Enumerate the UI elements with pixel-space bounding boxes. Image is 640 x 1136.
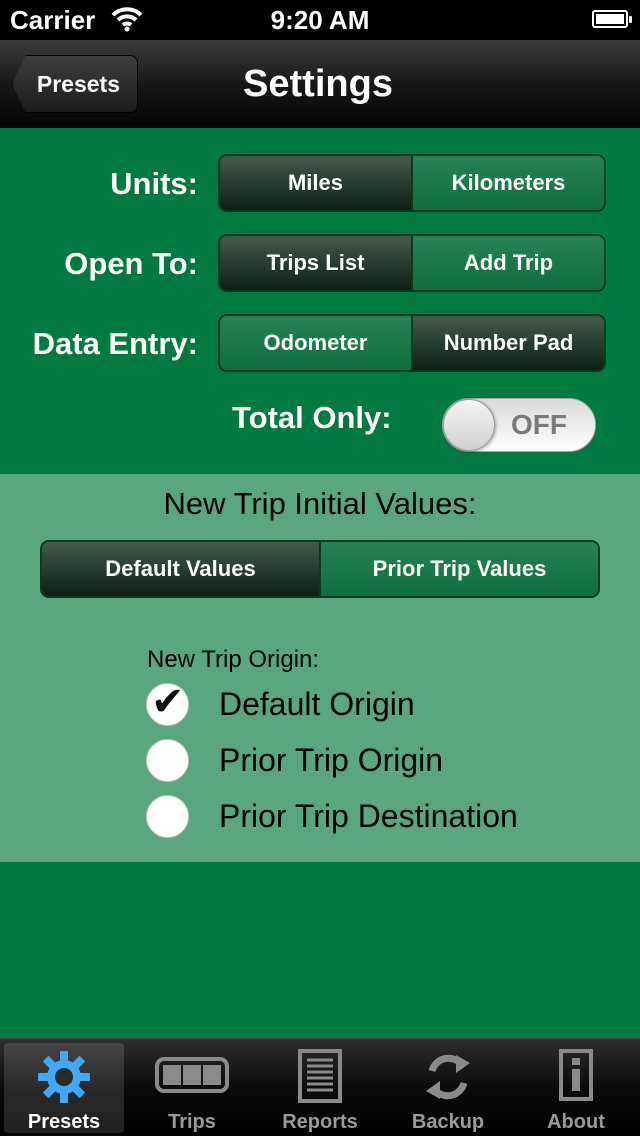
reports-icon bbox=[256, 1049, 384, 1103]
navigation-bar: Settings Presets bbox=[0, 40, 640, 128]
info-icon bbox=[512, 1049, 640, 1101]
new-trip-section: New Trip Initial Values: Default Values … bbox=[0, 474, 640, 862]
tab-about[interactable]: About bbox=[512, 1039, 640, 1136]
toggle-state-label: OFF bbox=[511, 409, 567, 440]
checkmark-icon: ✔ bbox=[151, 678, 185, 725]
tab-label: Trips bbox=[168, 1111, 216, 1133]
option-label: Default Origin bbox=[219, 686, 415, 722]
total-only-toggle[interactable]: OFF bbox=[442, 398, 596, 452]
general-settings-section: Units: Miles Kilometers Open To: Trips L… bbox=[0, 128, 640, 474]
open-to-add-trip-segment[interactable]: Add Trip bbox=[411, 236, 604, 290]
status-bar: Carrier 9:20 AM bbox=[0, 0, 640, 40]
checkbox[interactable] bbox=[146, 794, 189, 838]
tab-label: Presets bbox=[27, 1111, 101, 1133]
tab-label: Reports bbox=[282, 1111, 358, 1133]
trips-icon bbox=[128, 1049, 256, 1101]
units-kilometers-segment[interactable]: Kilometers bbox=[411, 156, 604, 210]
default-values-segment[interactable]: Default Values bbox=[42, 542, 319, 596]
units-miles-segment[interactable]: Miles bbox=[220, 156, 411, 210]
toggle-knob bbox=[443, 399, 495, 451]
clock: 9:20 AM bbox=[270, 5, 370, 35]
option-label: Prior Trip Destination bbox=[219, 798, 518, 834]
battery-icon bbox=[592, 10, 632, 28]
tab-backup[interactable]: Backup bbox=[384, 1039, 512, 1136]
tab-bar: Presets Trips Reports Backup About bbox=[0, 1038, 640, 1136]
tab-label: Backup bbox=[411, 1111, 485, 1133]
tab-trips[interactable]: Trips bbox=[128, 1039, 256, 1136]
units-segmented-control: Miles Kilometers bbox=[218, 154, 606, 212]
total-only-label: Total Only: bbox=[232, 400, 392, 435]
empty-background bbox=[0, 862, 640, 1038]
checkbox[interactable]: ✔ bbox=[146, 678, 189, 726]
back-button-label: Presets bbox=[36, 70, 120, 97]
gear-icon bbox=[4, 1049, 124, 1103]
origin-option-default[interactable]: ✔ Default Origin bbox=[146, 678, 415, 726]
data-entry-odometer-segment[interactable]: Odometer bbox=[220, 316, 411, 370]
data-entry-segmented-control: Odometer Number Pad bbox=[218, 314, 606, 372]
open-to-label: Open To: bbox=[64, 246, 198, 281]
units-label: Units: bbox=[110, 166, 198, 201]
prior-trip-values-segment[interactable]: Prior Trip Values bbox=[319, 542, 598, 596]
initial-values-heading: New Trip Initial Values: bbox=[163, 486, 477, 521]
sync-icon bbox=[384, 1049, 512, 1101]
data-entry-number-pad-segment[interactable]: Number Pad bbox=[411, 316, 604, 370]
open-to-trips-list-segment[interactable]: Trips List bbox=[220, 236, 411, 290]
data-entry-label: Data Entry: bbox=[32, 326, 198, 361]
back-button[interactable]: Presets bbox=[12, 55, 138, 113]
checkbox[interactable] bbox=[146, 738, 189, 782]
initial-values-segmented-control: Default Values Prior Trip Values bbox=[40, 540, 600, 598]
tab-label: About bbox=[547, 1111, 605, 1133]
origin-option-prior-origin[interactable]: Prior Trip Origin bbox=[146, 738, 443, 782]
origin-heading: New Trip Origin: bbox=[147, 646, 320, 673]
origin-option-prior-destination[interactable]: Prior Trip Destination bbox=[146, 794, 518, 838]
tab-presets[interactable]: Presets bbox=[4, 1043, 124, 1133]
tab-reports[interactable]: Reports bbox=[256, 1039, 384, 1136]
option-label: Prior Trip Origin bbox=[219, 742, 444, 778]
open-to-segmented-control: Trips List Add Trip bbox=[218, 234, 606, 292]
